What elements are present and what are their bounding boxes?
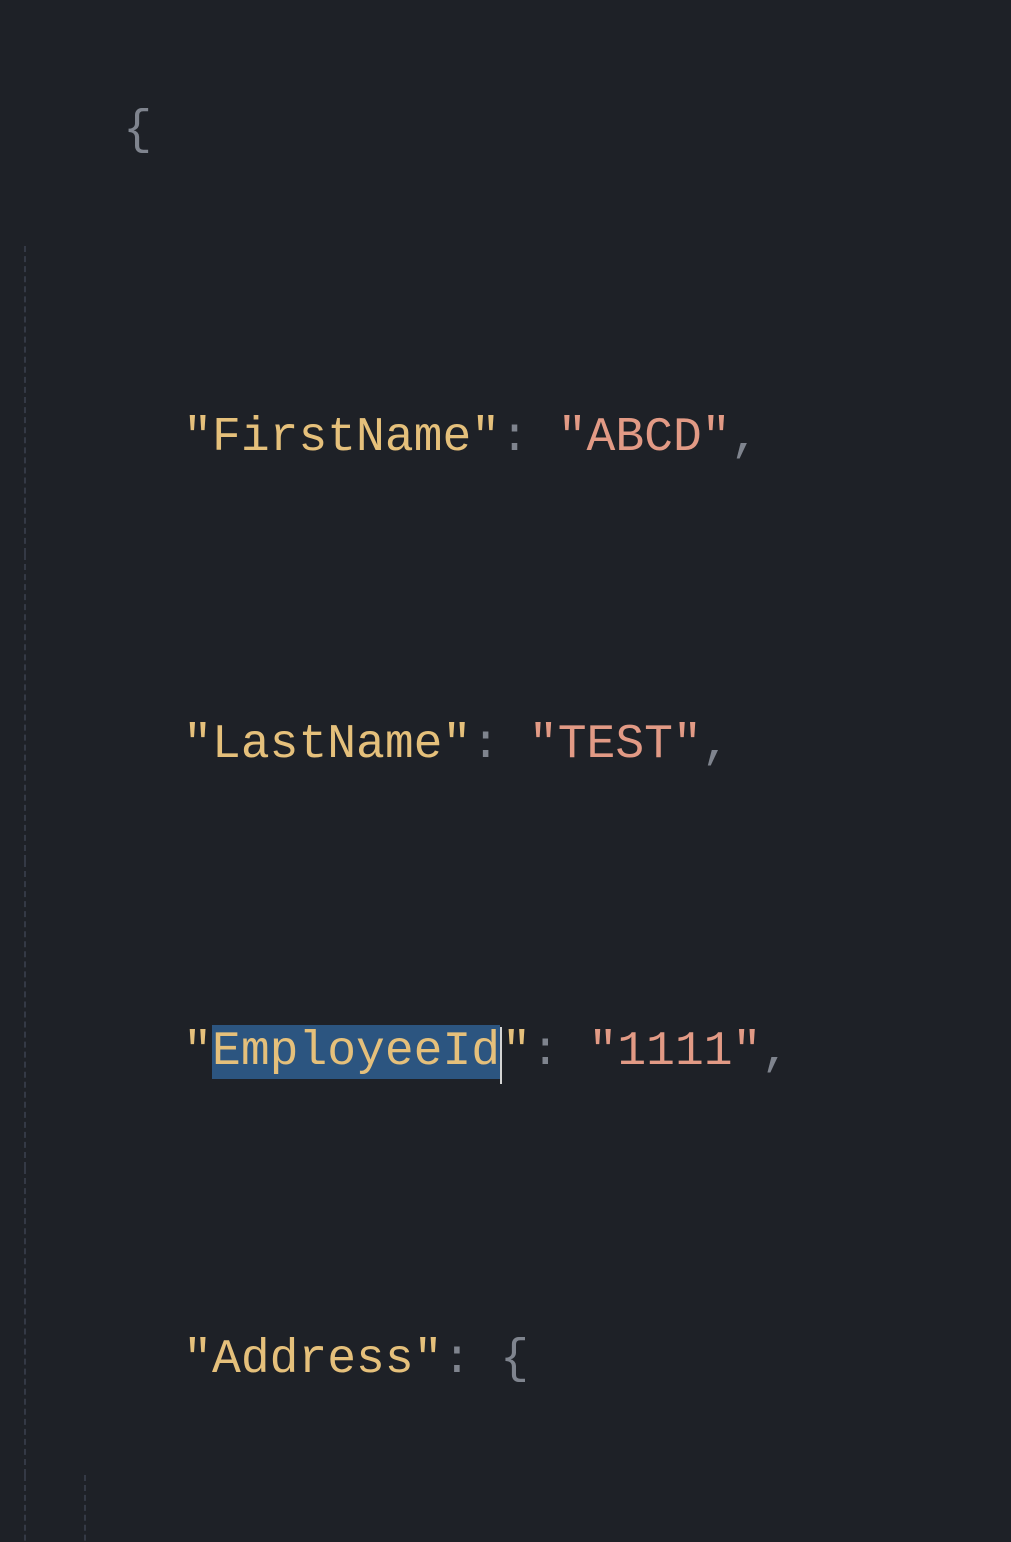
indent-guide bbox=[24, 1475, 26, 1542]
json-key-selected: EmployeeId bbox=[212, 1025, 500, 1079]
json-value: 1111 bbox=[617, 1025, 732, 1079]
indent-guide bbox=[24, 861, 26, 1168]
brace-open: { bbox=[500, 1333, 529, 1387]
indent-guide bbox=[24, 554, 26, 861]
code-line[interactable]: "Address": { bbox=[8, 1168, 1011, 1475]
code-line[interactable]: "FirstName": "ABCD", bbox=[8, 246, 1011, 553]
indent-guide bbox=[24, 1168, 26, 1475]
code-line[interactable]: "EmployeeId": "1111", bbox=[8, 861, 1011, 1168]
json-value: ABCD bbox=[587, 411, 702, 465]
json-value: TEST bbox=[558, 718, 673, 772]
code-line[interactable]: "State": "CA", bbox=[8, 1475, 1011, 1542]
code-line[interactable]: "LastName": "TEST", bbox=[8, 554, 1011, 861]
indent-guide bbox=[84, 1475, 86, 1542]
brace-open: { bbox=[123, 104, 152, 158]
json-key: Address bbox=[212, 1333, 414, 1387]
indent-guide bbox=[24, 246, 26, 553]
json-key: LastName bbox=[212, 718, 442, 772]
code-editor[interactable]: { "FirstName": "ABCD", "LastName": "TEST… bbox=[0, 16, 1011, 1542]
json-key: FirstName bbox=[212, 411, 471, 465]
code-line[interactable]: { bbox=[8, 16, 1011, 246]
